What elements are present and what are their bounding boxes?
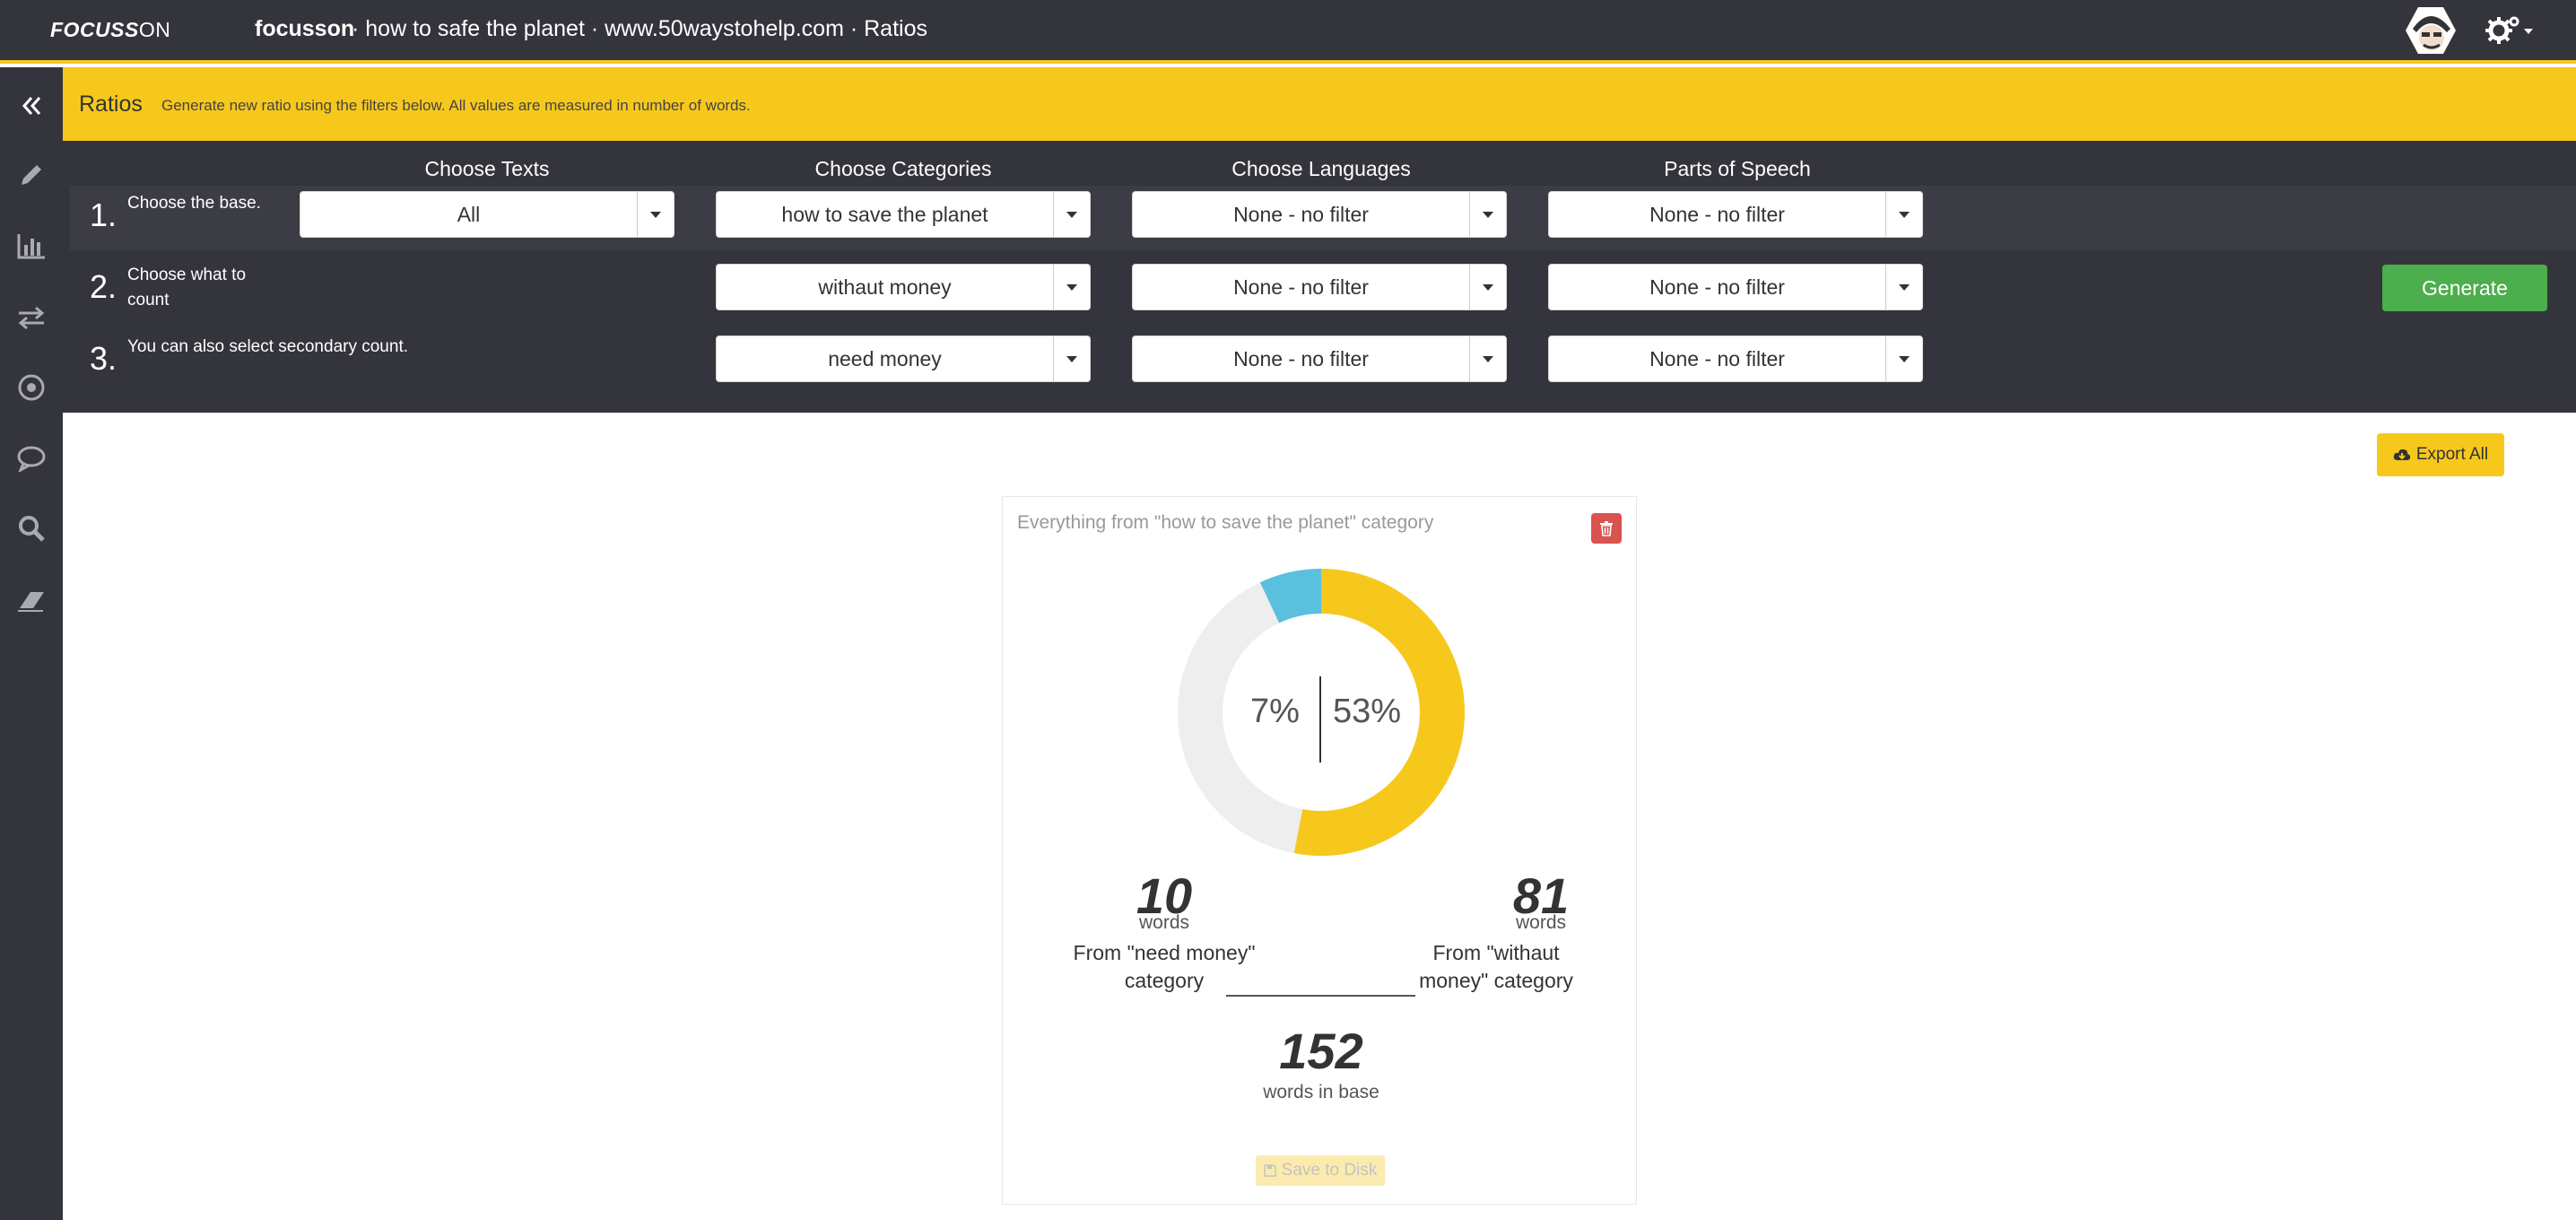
breadcrumb-app[interactable]: focusson bbox=[255, 16, 354, 42]
secondary-description: From "need money" category bbox=[1073, 941, 1256, 992]
comment-icon[interactable] bbox=[10, 437, 53, 480]
select-value: need money bbox=[717, 336, 1054, 381]
step-3-label: You can also select secondary count. bbox=[127, 337, 408, 356]
chevron-down-icon[interactable] bbox=[1470, 336, 1506, 381]
column-header-categories: Choose Categories bbox=[814, 157, 992, 180]
filter-panel: Choose Texts Choose Categories Choose La… bbox=[63, 141, 2576, 413]
sidebar bbox=[0, 67, 63, 1220]
page-title: Ratios bbox=[79, 92, 143, 117]
card-title: Everything from "how to save the planet"… bbox=[1017, 512, 1434, 533]
generate-button[interactable]: Generate bbox=[2382, 265, 2547, 311]
export-all-label: Export All bbox=[2415, 445, 2489, 464]
page-header: Ratios Generate new ratio using the filt… bbox=[63, 67, 2576, 141]
select-value: None - no filter bbox=[1549, 265, 1886, 309]
cloud-download-icon bbox=[2393, 449, 2411, 460]
chevron-down-icon[interactable] bbox=[1054, 336, 1090, 381]
primary-description: From "withaut money" category bbox=[1419, 941, 1573, 992]
base-texts-select[interactable]: All bbox=[300, 191, 674, 238]
chevron-down-icon[interactable] bbox=[1470, 265, 1506, 309]
select-value: how to save the planet bbox=[717, 192, 1054, 237]
chevron-down-icon[interactable] bbox=[1470, 192, 1506, 237]
select-value: None - no filter bbox=[1133, 265, 1470, 309]
count-categories-select[interactable]: withaut money bbox=[716, 264, 1091, 310]
save-to-disk-button[interactable]: Save to Disk bbox=[1256, 1155, 1385, 1186]
primary-percent: 53% bbox=[1333, 693, 1402, 730]
step-1-label: Choose the base. bbox=[127, 194, 261, 213]
base-pos-select[interactable]: None - no filter bbox=[1548, 191, 1923, 238]
settings-gear-icon[interactable] bbox=[2485, 13, 2538, 48]
trash-icon bbox=[1600, 521, 1613, 536]
bar-chart-icon[interactable] bbox=[10, 224, 53, 267]
avatar[interactable] bbox=[2400, 2, 2461, 59]
chevron-down-icon[interactable] bbox=[1886, 336, 1922, 381]
step-2-label: Choose what to count bbox=[127, 266, 247, 309]
step-2-number: 2. bbox=[90, 268, 117, 305]
select-value: None - no filter bbox=[1549, 336, 1886, 381]
collapse-icon[interactable] bbox=[10, 84, 53, 127]
count-pos-select[interactable]: None - no filter bbox=[1548, 264, 1923, 310]
secondary-unit: words bbox=[1138, 912, 1190, 933]
chevron-down-icon[interactable] bbox=[1054, 192, 1090, 237]
exchange-icon[interactable] bbox=[10, 296, 53, 339]
target-icon[interactable] bbox=[10, 366, 53, 409]
column-header-texts: Choose Texts bbox=[424, 157, 550, 180]
base-categories-select[interactable]: how to save the planet bbox=[716, 191, 1091, 238]
secondary-pos-select[interactable]: None - no filter bbox=[1548, 336, 1923, 382]
step-1-number: 1. bbox=[90, 196, 117, 233]
ratio-donut-chart bbox=[1178, 569, 1465, 856]
chevron-down-icon[interactable] bbox=[1886, 265, 1922, 309]
eraser-icon[interactable] bbox=[10, 579, 53, 622]
column-header-languages: Choose Languages bbox=[1231, 157, 1411, 180]
app-logo[interactable]: FOCUSSON bbox=[50, 18, 170, 42]
floppy-disk-icon bbox=[1263, 1164, 1276, 1177]
delete-button[interactable] bbox=[1591, 513, 1622, 544]
fraction-line bbox=[1226, 995, 1415, 997]
step-3-number: 3. bbox=[90, 340, 117, 377]
chevron-down-icon[interactable] bbox=[1054, 265, 1090, 309]
select-value: withaut money bbox=[717, 265, 1054, 309]
select-value: All bbox=[300, 192, 638, 237]
chevron-down-icon[interactable] bbox=[638, 192, 674, 237]
base-count: 152 bbox=[1279, 1023, 1363, 1079]
column-header-pos: Parts of Speech bbox=[1664, 157, 1811, 180]
base-description: words in base bbox=[1263, 1082, 1379, 1102]
select-value: None - no filter bbox=[1549, 192, 1886, 237]
ratio-card: Everything from "how to save the planet"… bbox=[1002, 496, 1637, 1205]
save-to-disk-label: Save to Disk bbox=[1281, 1161, 1378, 1180]
base-languages-select[interactable]: None - no filter bbox=[1132, 191, 1507, 238]
count-languages-select[interactable]: None - no filter bbox=[1132, 264, 1507, 310]
secondary-percent: 7% bbox=[1250, 693, 1300, 730]
page-subtitle: Generate new ratio using the filters bel… bbox=[161, 97, 751, 114]
export-all-button[interactable]: Export All bbox=[2377, 433, 2504, 476]
select-value: None - no filter bbox=[1133, 336, 1470, 381]
secondary-categories-select[interactable]: need money bbox=[716, 336, 1091, 382]
search-icon[interactable] bbox=[10, 507, 53, 550]
percent-divider bbox=[1319, 676, 1321, 762]
breadcrumb: · how to safe the planet · www.50waystoh… bbox=[352, 16, 927, 41]
primary-unit: words bbox=[1515, 912, 1567, 933]
select-value: None - no filter bbox=[1133, 192, 1470, 237]
secondary-languages-select[interactable]: None - no filter bbox=[1132, 336, 1507, 382]
pencil-icon[interactable] bbox=[10, 153, 53, 196]
chevron-down-icon[interactable] bbox=[1886, 192, 1922, 237]
top-bar: FOCUSSON focusson · how to safe the plan… bbox=[0, 0, 2576, 64]
